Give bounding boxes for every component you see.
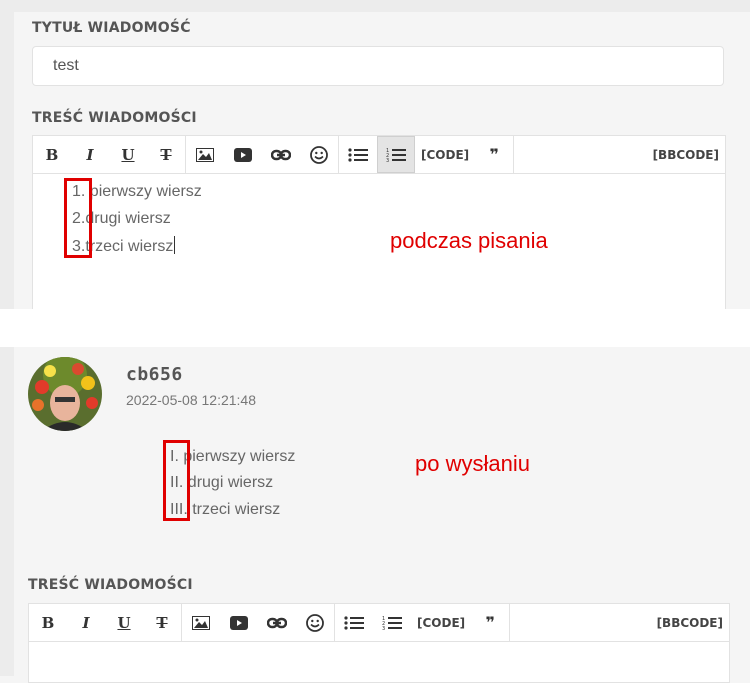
numbered-list-icon: 123 xyxy=(386,148,406,163)
svg-text:3: 3 xyxy=(386,158,389,163)
top-band xyxy=(0,0,750,12)
link-button[interactable] xyxy=(262,136,300,173)
image-button[interactable] xyxy=(182,604,220,641)
title-label: TYTUŁ WIADOMOŚĆ xyxy=(32,20,191,36)
post-author[interactable]: cb656 xyxy=(126,364,183,385)
content-label: TREŚĆ WIADOMOŚCI xyxy=(32,110,197,126)
annotation-after-sending: po wysłaniu xyxy=(415,451,530,476)
bullet-list-button[interactable] xyxy=(335,604,373,641)
bold-button[interactable]: B xyxy=(29,604,67,641)
editor-toolbar: B I U T 123 [CODE] ❞ [BBCODE] xyxy=(29,604,729,642)
bullet-list-icon xyxy=(344,615,364,630)
screenshot-separator xyxy=(0,309,750,347)
emoji-button[interactable] xyxy=(300,136,338,173)
quote-button[interactable]: ❞ xyxy=(471,604,509,641)
content-label: TREŚĆ WIADOMOŚCI xyxy=(28,577,193,593)
smiley-icon xyxy=(310,145,328,164)
highlight-box xyxy=(163,440,190,521)
image-icon xyxy=(196,147,214,162)
strikethrough-button[interactable]: T xyxy=(143,604,181,641)
video-button[interactable] xyxy=(220,604,258,641)
link-icon xyxy=(271,149,291,160)
video-button[interactable] xyxy=(224,136,262,173)
emoji-button[interactable] xyxy=(296,604,334,641)
text-cursor xyxy=(174,236,176,254)
bbcode-toggle[interactable]: [BBCODE] xyxy=(653,136,725,173)
avatar-image xyxy=(28,357,102,431)
editor-toolbar: B I U T 123 [CODE] ❞ [BBCODE] xyxy=(33,136,725,174)
bullet-list-button[interactable] xyxy=(339,136,377,173)
youtube-icon xyxy=(230,615,248,630)
quote-icon: ❞ xyxy=(485,613,495,632)
avatar[interactable] xyxy=(28,357,102,431)
annotation-while-typing: podczas pisania xyxy=(390,228,548,253)
underline-button[interactable]: U xyxy=(105,604,143,641)
post-date: 2022-05-08 12:21:48 xyxy=(126,392,256,408)
bold-button[interactable]: B xyxy=(33,136,71,173)
highlight-box xyxy=(64,178,92,258)
smiley-icon xyxy=(306,613,324,632)
numbered-list-button[interactable]: 123 xyxy=(373,604,411,641)
quote-button[interactable]: ❞ xyxy=(475,136,513,173)
numbered-list-icon: 123 xyxy=(382,616,402,631)
youtube-icon xyxy=(234,147,252,162)
reply-editor[interactable]: B I U T 123 [CODE] ❞ [BBCODE] xyxy=(28,603,730,683)
bullet-list-icon xyxy=(348,147,368,162)
strikethrough-button[interactable]: T xyxy=(147,136,185,173)
code-button[interactable]: [CODE] xyxy=(411,604,471,641)
link-button[interactable] xyxy=(258,604,296,641)
code-button[interactable]: [CODE] xyxy=(415,136,475,173)
image-icon xyxy=(192,615,210,630)
link-icon xyxy=(267,617,287,628)
underline-button[interactable]: U xyxy=(109,136,147,173)
bbcode-toggle[interactable]: [BBCODE] xyxy=(657,604,729,641)
title-input[interactable] xyxy=(32,46,724,86)
italic-button[interactable]: I xyxy=(71,136,109,173)
quote-icon: ❞ xyxy=(489,145,499,164)
image-button[interactable] xyxy=(186,136,224,173)
svg-text:3: 3 xyxy=(382,626,385,631)
italic-button[interactable]: I xyxy=(67,604,105,641)
numbered-list-button[interactable]: 123 xyxy=(377,136,415,173)
